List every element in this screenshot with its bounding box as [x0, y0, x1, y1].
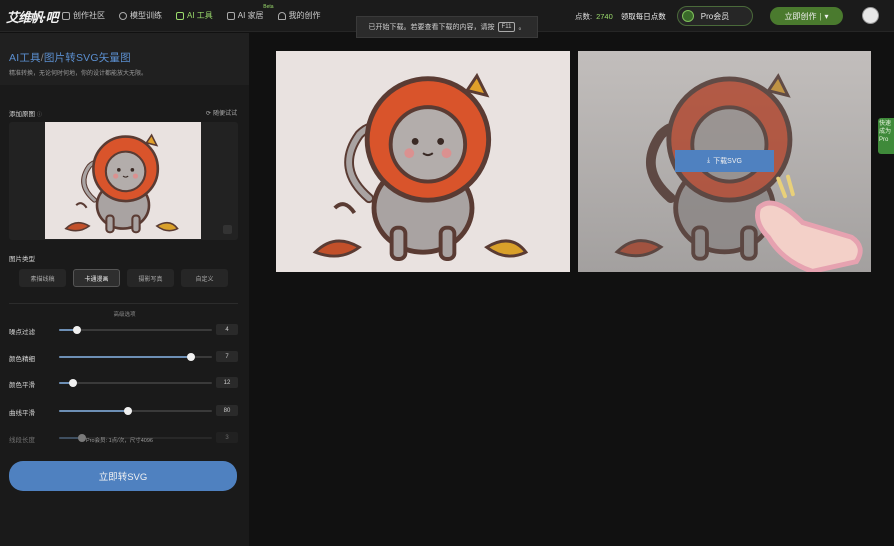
info-icon: ⓘ	[36, 112, 42, 118]
uploaded-image-thumbnail	[45, 122, 201, 239]
type-option-photo[interactable]: 摄影写真	[127, 269, 174, 287]
community-icon	[62, 11, 70, 20]
refresh-icon: ⟳	[206, 111, 212, 117]
heart-icon	[277, 11, 286, 20]
slider-value[interactable]: 3	[216, 432, 238, 443]
slider-handle[interactable]	[73, 326, 82, 334]
pro-promo-tab[interactable]: 快速成为Pro	[878, 118, 894, 154]
create-now-label: 立即创作	[784, 11, 817, 21]
slider-curve-smooth: 曲线平滑 80	[9, 405, 238, 417]
divider	[9, 303, 238, 304]
nav-item-ai-home[interactable]: AI 家居 Beta	[226, 4, 274, 21]
pro-pricing-note: Pro会员: 1点/次，尺寸4096	[86, 438, 153, 444]
tools-icon	[176, 11, 184, 20]
slider-value[interactable]: 80	[216, 405, 238, 416]
lion-cat-illustration	[312, 72, 529, 261]
tool-sidebar: AI工具/图片转SVG矢量图 精准转换，无论何时何地，你的设计都能放大无限。 添…	[0, 33, 249, 546]
slider-track[interactable]	[59, 326, 212, 334]
type-option-sketch[interactable]: 素描线稿	[19, 269, 66, 287]
site-logo[interactable]: 艾维帆·吧	[6, 7, 59, 26]
beta-badge: Beta	[263, 4, 274, 10]
slider-label: 颜色平滑	[9, 382, 35, 389]
slider-handle[interactable]	[68, 379, 77, 387]
nav-item-label: 模型训练	[130, 11, 162, 20]
points-value: 2740	[596, 12, 613, 21]
download-notice: 已开始下载。若要查看下载的内容，请按 F11 。	[356, 16, 538, 38]
nav-item-label: 创作社区	[73, 11, 105, 20]
nav-item-label: AI 家居	[237, 11, 264, 20]
nav-item-community[interactable]: 创作社区	[62, 10, 105, 21]
claim-daily-points-link[interactable]: 领取每日点数	[621, 12, 666, 21]
home-icon	[226, 11, 235, 20]
slider-track[interactable]	[59, 407, 212, 415]
trash-icon[interactable]	[223, 225, 232, 234]
notice-text: 已开始下载。若要查看下载的内容，请按	[368, 24, 495, 31]
convert-to-svg-button[interactable]: 立即转SVG	[9, 461, 237, 491]
nav-item-model-training[interactable]: 模型训练	[119, 10, 162, 21]
pro-member-label: Pro会员	[700, 11, 730, 21]
slider-label: 线段长度	[9, 437, 35, 444]
nav-item-ai-tools[interactable]: AI 工具	[176, 10, 213, 21]
slider-track[interactable]	[59, 379, 212, 387]
slider-value[interactable]: 7	[216, 351, 238, 362]
upload-label: 添加原图 ⓘ	[9, 111, 42, 118]
breadcrumb-current: 图片转SVG矢量图	[43, 52, 131, 64]
slider-color-smooth: 颜色平滑 12	[9, 377, 238, 389]
points-display: 点数: 2740 领取每日点数	[575, 11, 666, 22]
slider-label: 曲线平滑	[9, 410, 35, 417]
sidebar-header: AI工具/图片转SVG矢量图 精准转换，无论何时何地，你的设计都能放大无限。	[0, 33, 249, 85]
slider-track[interactable]	[59, 353, 212, 361]
page-title: AI工具/图片转SVG矢量图	[9, 50, 131, 65]
notice-end: 。	[518, 24, 526, 31]
slider-color-detail: 颜色精细 7	[9, 351, 238, 363]
model-icon	[119, 11, 127, 20]
nav-item-my-creations[interactable]: 我的创作	[277, 10, 321, 21]
slider-fill	[59, 356, 191, 358]
download-icon: ⤓	[707, 157, 711, 164]
chevron-down-icon[interactable]: ▾	[825, 12, 829, 21]
advanced-options-label: 高级选项	[113, 312, 136, 318]
points-label: 点数:	[575, 12, 593, 21]
slider-fill	[59, 410, 128, 412]
slider-value[interactable]: 12	[216, 377, 238, 388]
slider-handle[interactable]	[186, 353, 195, 361]
create-now-button[interactable]: 立即创作 | ▾	[770, 7, 843, 25]
slider-handle[interactable]	[77, 434, 86, 442]
download-svg-button[interactable]: ⤓ 下载SVG	[675, 150, 774, 172]
gem-icon	[682, 10, 694, 22]
nav-item-label: 我的创作	[288, 11, 321, 20]
main-nav: 创作社区 模型训练 AI 工具 AI 家居 Beta 我的创作	[62, 4, 335, 21]
slider-handle[interactable]	[123, 407, 132, 415]
pro-member-button[interactable]: Pro会员	[677, 6, 753, 26]
lion-cat-illustration	[64, 133, 179, 234]
upload-area[interactable]	[9, 122, 238, 240]
avatar[interactable]	[862, 7, 879, 24]
slider-value[interactable]: 4	[216, 324, 238, 335]
f11-key: F11	[497, 22, 516, 32]
slider-label: 噪点过滤	[9, 329, 35, 336]
image-type-selector: 素描线稿 卡通漫画 摄影写真 自定义	[19, 269, 228, 287]
page-subtitle: 精准转换，无论何时何地，你的设计都能放大无限。	[9, 71, 148, 77]
type-label: 图片类型	[9, 256, 35, 263]
slider-noise-filter: 噪点过滤 4	[9, 324, 238, 336]
original-image-panel	[276, 51, 570, 272]
nav-item-label: AI 工具	[187, 11, 213, 20]
type-option-custom[interactable]: 自定义	[181, 269, 228, 287]
type-option-cartoon[interactable]: 卡通漫画	[73, 269, 120, 287]
breadcrumb-ai-tools[interactable]: AI工具	[9, 52, 41, 64]
random-example-link[interactable]: ⟳ 随便试试	[206, 108, 237, 117]
slider-label: 颜色精细	[9, 356, 35, 363]
